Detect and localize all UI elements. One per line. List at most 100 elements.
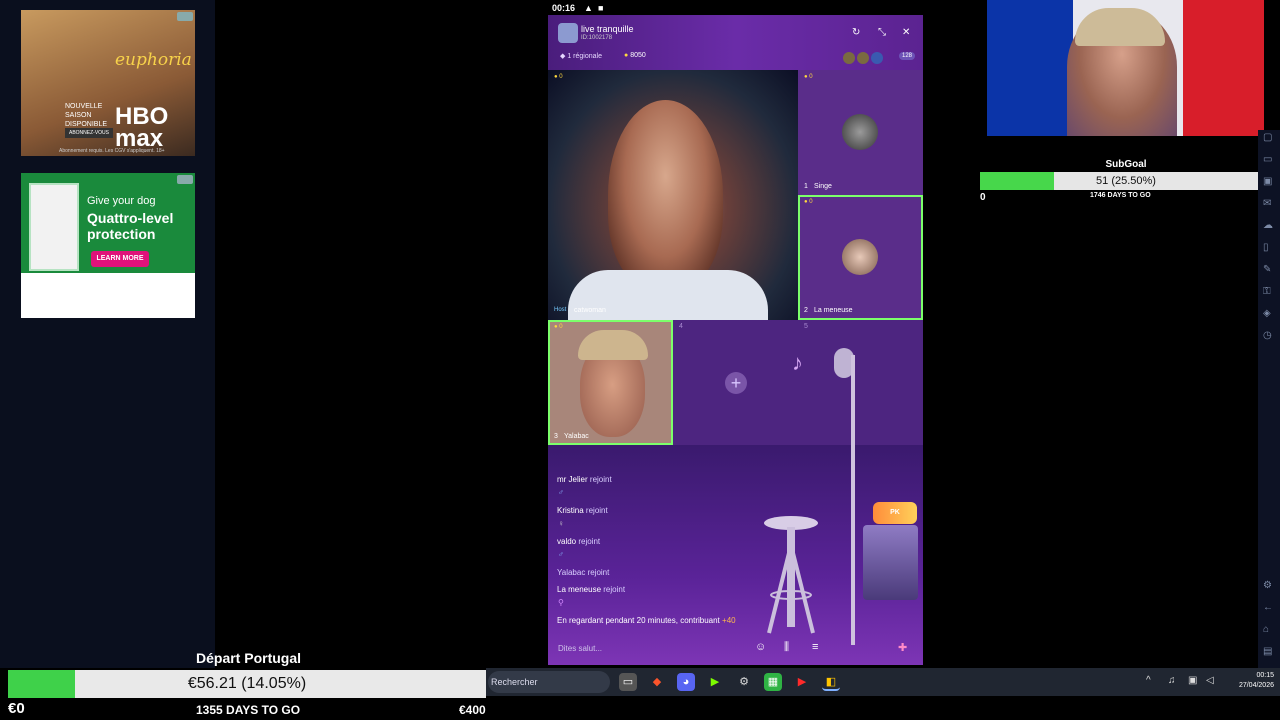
seat-5-empty[interactable]: 5 ♪: [792, 320, 923, 445]
menu-icon[interactable]: ≡: [812, 641, 818, 653]
goal-days: 1355 DAYS TO GO: [196, 703, 301, 717]
chat-user[interactable]: valdo: [557, 537, 576, 546]
add-seat-icon[interactable]: +: [725, 372, 747, 394]
home-icon[interactable]: ⌂: [1263, 624, 1269, 635]
tray-clock[interactable]: 00:15 27/04/2026: [1214, 671, 1274, 691]
cloud-icon[interactable]: ☁: [1263, 220, 1273, 231]
history-icon[interactable]: ◷: [1263, 330, 1272, 341]
subgoal-start: 0: [980, 192, 986, 203]
pk-badge[interactable]: PK: [873, 502, 917, 524]
taskbar-spacer: [486, 696, 1280, 720]
tabs-icon[interactable]: ▤: [1263, 646, 1272, 657]
host-coins: ● 0: [554, 74, 563, 80]
event-banner[interactable]: [863, 525, 918, 600]
audience-avatar: [843, 52, 855, 64]
seat-2[interactable]: ● 0 2 La meneuse: [798, 195, 923, 320]
tray-date: 27/04/2026: [1238, 682, 1274, 689]
seat-coins: ● 0: [804, 74, 813, 80]
task-view-icon[interactable]: ▭: [619, 673, 637, 691]
chat-user[interactable]: Yalabac: [557, 568, 585, 577]
edit-icon[interactable]: ✎: [1263, 264, 1271, 275]
seat-4-empty[interactable]: 4 +: [673, 320, 798, 445]
seat-number: 5: [804, 323, 808, 330]
close-icon[interactable]: ✕: [902, 27, 910, 38]
browser-side-rail: ▢ ▭ ▣ ✉ ☁ ▯ ✎ ⚿ ◈ ◷ ⚙ ← ⌂ ▤: [1258, 130, 1280, 670]
youtube-icon[interactable]: ▶: [793, 673, 811, 691]
seat-1[interactable]: ● 0 1 Singe: [798, 70, 923, 195]
stool-image: [764, 516, 818, 634]
seat-name[interactable]: Yalabac: [564, 433, 589, 440]
message-input[interactable]: Dites salut...: [558, 641, 728, 657]
cube-icon[interactable]: ◈: [1263, 308, 1271, 319]
warning-icon: ▲: [584, 3, 593, 13]
chat-line: Yalabac rejoint: [557, 568, 610, 577]
hbo-euphoria-ad[interactable]: euphoria NOUVELLE SAISON DISPONIBLE HBO …: [21, 10, 195, 156]
subgoal-days: 1746 DAYS TO GO: [1090, 192, 1151, 199]
screen-icon[interactable]: ▣: [1263, 176, 1272, 187]
goal-start: €0: [8, 700, 25, 717]
coin-count: 8050: [630, 52, 646, 59]
gift-icon[interactable]: ✚: [898, 641, 907, 654]
chat-user[interactable]: Kristina: [557, 506, 584, 515]
stacked-app-icon[interactable]: ◧: [822, 673, 840, 691]
goal-progress-bar: €56.21 (14.05%): [8, 670, 486, 698]
microphone-tray-icon[interactable]: ♫: [1168, 675, 1176, 686]
flag-red-stripe: [1183, 0, 1264, 136]
region-badge[interactable]: ◆ 1 régionale: [560, 52, 602, 60]
chat-user[interactable]: mr Jelier: [557, 475, 588, 484]
audience-list[interactable]: 128: [843, 51, 915, 65]
product-box-image: [29, 183, 79, 271]
host-name[interactable]: catwoman: [574, 307, 606, 314]
windows-taskbar: Rechercher ▭ ◆ ◕ ▶ ⚙ ▦ ▶ ◧ ^ ♫ ▣ ◁ 00:15…: [486, 668, 1280, 696]
discord-icon[interactable]: ◕: [677, 673, 695, 691]
minimize-icon[interactable]: ⤡: [878, 27, 886, 38]
ad-choices-icon[interactable]: [177, 12, 193, 21]
chat-user[interactable]: La meneuse: [557, 585, 601, 594]
tray-chevron-icon[interactable]: ^: [1146, 675, 1151, 686]
phone-icon[interactable]: ▯: [1263, 242, 1269, 253]
seat-name[interactable]: Singe: [814, 183, 832, 190]
seat-number: 4: [679, 323, 683, 330]
host-video[interactable]: ● 0 Host catwoman: [548, 70, 798, 320]
learn-more-button[interactable]: LEARN MORE: [91, 251, 149, 267]
notification-icon: ■: [598, 3, 604, 13]
voice-icon[interactable]: ⫼: [784, 641, 789, 654]
chat-line: valdo rejoint: [557, 537, 601, 546]
search-icon: ⚲: [558, 598, 564, 607]
ad-choices-icon[interactable]: [177, 175, 193, 184]
streamer-cap: [1075, 8, 1165, 46]
lock-icon[interactable]: ⚿: [1263, 286, 1271, 297]
flag-blue-stripe: [987, 0, 1073, 136]
mail-icon[interactable]: ✉: [1263, 198, 1271, 209]
ad-network-logo: HBO max: [115, 103, 169, 152]
emoji-icon[interactable]: ☺: [755, 641, 766, 653]
tool-icon[interactable]: ▢: [1263, 132, 1272, 143]
seat-coins: ● 0: [554, 324, 563, 330]
brave-browser-icon[interactable]: ◆: [648, 673, 666, 691]
status-time: 00:16: [552, 3, 576, 13]
share-icon[interactable]: ↻: [852, 27, 860, 38]
dog-protection-ad[interactable]: Give your dog Quattro-level protection L…: [21, 173, 195, 318]
room-id: ID:1002178: [581, 35, 613, 41]
network-icon[interactable]: ▣: [1188, 675, 1197, 686]
subgoal-value: 51 (25.50%): [1096, 175, 1156, 187]
seat-name[interactable]: La meneuse: [814, 307, 853, 314]
media-player-icon[interactable]: ▶: [706, 673, 724, 691]
seat-number: 2: [804, 307, 808, 314]
coin-badge[interactable]: ● 8050: [624, 52, 646, 59]
goal-value: €56.21 (14.05%): [187, 675, 307, 692]
stage-chat-area: PK mr Jelier rejoint ♂ Kristina rejoint …: [548, 355, 923, 665]
audience-avatar: [857, 52, 869, 64]
spreadsheet-icon[interactable]: ▦: [764, 673, 782, 691]
settings-icon[interactable]: ⚙: [1263, 580, 1272, 591]
monitor-icon[interactable]: ▭: [1263, 154, 1272, 165]
ad-subscribe-button[interactable]: ABONNEZ-VOUS: [65, 128, 113, 138]
room-avatar[interactable]: [558, 23, 578, 43]
settings-app-icon[interactable]: ⚙: [735, 673, 753, 691]
chat-line: La meneuse rejoint: [557, 585, 626, 594]
tray-time: 00:15: [1256, 672, 1274, 679]
seat-3[interactable]: ● 0 3 Yalabac: [548, 320, 673, 445]
back-icon[interactable]: ←: [1263, 602, 1273, 613]
volume-icon[interactable]: ◁: [1206, 675, 1214, 686]
taskbar-search[interactable]: Rechercher: [488, 671, 610, 693]
